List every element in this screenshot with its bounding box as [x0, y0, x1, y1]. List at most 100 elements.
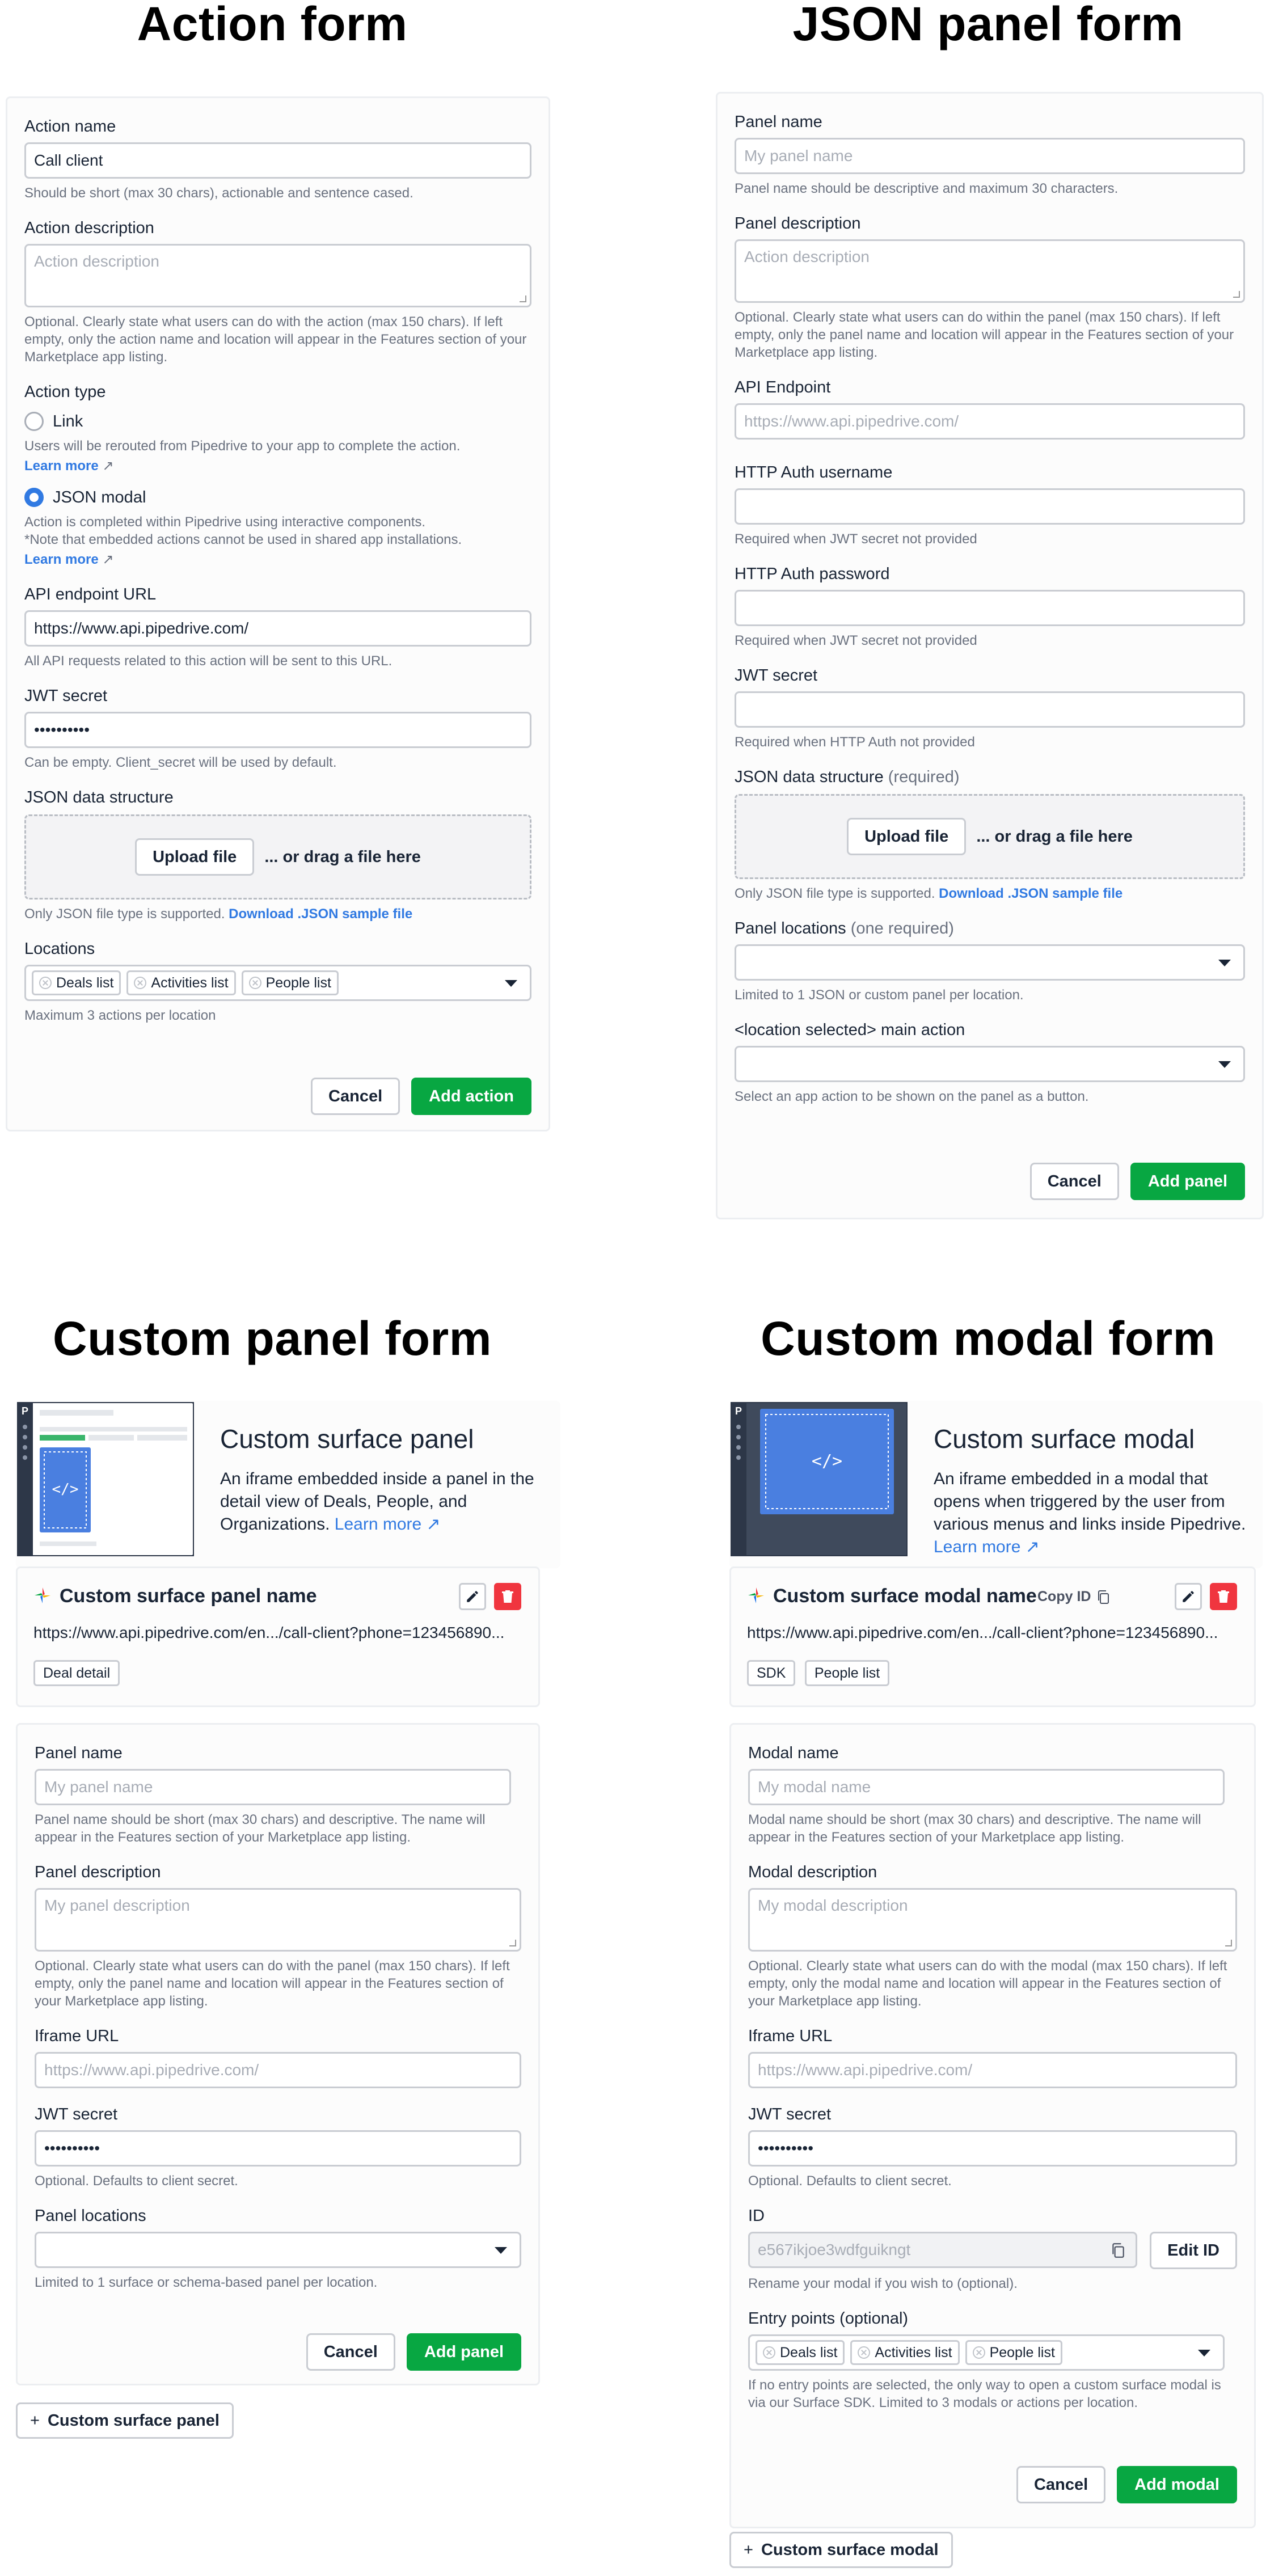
- plus-icon: +: [744, 2541, 753, 2559]
- external-arrow-icon: ↗: [102, 458, 114, 474]
- json-dropzone[interactable]: Upload file ... or drag a file here: [735, 794, 1245, 879]
- svg-text:</>: </>: [52, 1481, 79, 1498]
- panel-description-input[interactable]: Action description: [735, 239, 1245, 303]
- download-sample-link[interactable]: Download .JSON sample file: [229, 906, 412, 922]
- modal-name-label: Modal name: [748, 1744, 839, 1762]
- entry-point-chip[interactable]: Deals list: [756, 2340, 845, 2365]
- jwt-secret-input[interactable]: ••••••••••: [35, 2130, 521, 2167]
- action-type-label: Action type: [24, 383, 106, 401]
- entry-points-select[interactable]: Deals list Activities list People list: [748, 2334, 1225, 2371]
- chevron-down-icon[interactable]: [495, 2247, 507, 2254]
- modal-thumbnail-illustration: P </>: [731, 1402, 908, 1556]
- external-arrow-icon: ↗: [102, 552, 114, 567]
- edit-button[interactable]: [459, 1583, 486, 1610]
- json-dropzone[interactable]: Upload file ... or drag a file here: [24, 814, 531, 900]
- custom-panel-form-card: Panel name My panel name Panel name shou…: [16, 1723, 540, 2385]
- panel-locations-help: Limited to 1 surface or schema-based pan…: [35, 2275, 378, 2290]
- iframe-url-input[interactable]: https://www.api.pipedrive.com/: [748, 2052, 1237, 2088]
- delete-button[interactable]: [494, 1583, 521, 1610]
- delete-button[interactable]: [1210, 1583, 1237, 1610]
- edit-button[interactable]: [1175, 1583, 1202, 1610]
- upload-file-button[interactable]: Upload file: [847, 818, 967, 855]
- remove-icon[interactable]: [248, 977, 261, 989]
- surface-modal-learn-more[interactable]: Learn more: [934, 1538, 1020, 1556]
- remove-icon[interactable]: [39, 977, 52, 989]
- remove-icon[interactable]: [134, 977, 147, 989]
- edit-id-button[interactable]: Edit ID: [1150, 2232, 1237, 2269]
- action-name-input[interactable]: Call client: [24, 142, 531, 179]
- api-endpoint-input[interactable]: https://www.api.pipedrive.com/: [735, 403, 1245, 440]
- panel-name-label: Panel name: [735, 113, 822, 131]
- jwt-secret-label: JWT secret: [35, 2105, 118, 2123]
- chevron-down-icon[interactable]: [1218, 1061, 1231, 1068]
- http-password-input[interactable]: [735, 590, 1245, 626]
- location-chip[interactable]: People list: [241, 970, 339, 995]
- main-action-select[interactable]: [735, 1046, 1245, 1082]
- cancel-button[interactable]: Cancel: [1029, 1163, 1119, 1200]
- action-name-label: Action name: [24, 117, 116, 136]
- panel-locations-select[interactable]: [35, 2232, 521, 2268]
- jwt-secret-input[interactable]: ••••••••••: [748, 2130, 1237, 2167]
- add-panel-button[interactable]: Add panel: [1130, 1163, 1245, 1200]
- link-radio-option[interactable]: Link: [24, 411, 531, 432]
- location-chip[interactable]: Deals list: [32, 970, 121, 995]
- json-modal-radio[interactable]: [24, 488, 44, 507]
- http-username-input[interactable]: [735, 488, 1245, 525]
- panel-locations-select[interactable]: [735, 944, 1245, 981]
- entry-point-chip[interactable]: Activities list: [850, 2340, 960, 2365]
- pencil-icon: [1183, 1591, 1194, 1602]
- add-modal-button[interactable]: Add modal: [1117, 2466, 1237, 2503]
- remove-icon[interactable]: [858, 2346, 871, 2359]
- cancel-button[interactable]: Cancel: [306, 2333, 395, 2371]
- surface-panel-learn-more[interactable]: Learn more: [335, 1515, 421, 1534]
- json-modal-radio-option[interactable]: JSON modal: [24, 487, 531, 508]
- api-endpoint-help: All API requests related to this action …: [24, 653, 393, 669]
- add-action-button[interactable]: Add action: [411, 1078, 531, 1115]
- chevron-down-icon[interactable]: [1218, 960, 1231, 966]
- json-support-text: Only JSON file type is supported.: [735, 886, 935, 901]
- chevron-down-icon[interactable]: [505, 980, 517, 987]
- link-radio-label: Link: [53, 412, 83, 430]
- json-panel-form-panel: Panel name My panel name Panel name shou…: [716, 92, 1264, 1219]
- link-radio[interactable]: [24, 412, 44, 431]
- download-sample-link[interactable]: Download .JSON sample file: [939, 886, 1122, 901]
- add-custom-surface-panel-button[interactable]: + Custom surface panel: [16, 2402, 234, 2439]
- modal-description-input[interactable]: My modal description: [748, 1888, 1237, 1952]
- add-custom-surface-modal-button[interactable]: + Custom surface modal: [729, 2532, 953, 2568]
- panel-name-input[interactable]: My panel name: [35, 1769, 511, 1805]
- cancel-button[interactable]: Cancel: [1016, 2466, 1106, 2503]
- link-learn-more[interactable]: Learn more: [24, 458, 99, 474]
- copy-icon[interactable]: [1111, 2243, 1125, 2258]
- panel-name-help: Panel name should be short (max 30 chars…: [35, 1812, 486, 1845]
- cancel-button[interactable]: Cancel: [311, 1078, 400, 1115]
- jwt-secret-input[interactable]: ••••••••••: [24, 712, 531, 748]
- svg-text:P: P: [735, 1405, 742, 1417]
- jwt-secret-help: Can be empty. Client_secret will be used…: [24, 755, 337, 770]
- action-description-input[interactable]: Action description: [24, 244, 531, 307]
- upload-file-button[interactable]: Upload file: [135, 838, 255, 876]
- remove-icon[interactable]: [763, 2346, 775, 2359]
- location-chip[interactable]: Activities list: [126, 970, 236, 995]
- panel-locations-label: Panel locations: [735, 919, 846, 938]
- id-label: ID: [748, 2207, 765, 2225]
- svg-text:</>: </>: [812, 1451, 842, 1471]
- jwt-secret-label: JWT secret: [24, 687, 108, 705]
- chevron-down-icon[interactable]: [1198, 2350, 1210, 2357]
- copy-id-button[interactable]: Copy ID: [1037, 1589, 1110, 1605]
- custom-panel-card-name: Custom surface panel name: [60, 1585, 317, 1607]
- panel-name-input[interactable]: My panel name: [735, 138, 1245, 174]
- modal-name-input[interactable]: My modal name: [748, 1769, 1225, 1805]
- jwt-secret-input[interactable]: [735, 691, 1245, 728]
- remove-icon[interactable]: [972, 2346, 985, 2359]
- custom-panel-card: Custom surface panel name https://www.ap…: [16, 1566, 540, 1707]
- api-endpoint-label: API Endpoint: [735, 378, 831, 396]
- panel-description-input[interactable]: My panel description: [35, 1888, 521, 1952]
- add-panel-button[interactable]: Add panel: [406, 2333, 521, 2371]
- http-password-label: HTTP Auth password: [735, 565, 890, 583]
- iframe-url-input[interactable]: https://www.api.pipedrive.com/: [35, 2052, 521, 2088]
- json-modal-learn-more[interactable]: Learn more: [24, 552, 99, 567]
- api-endpoint-input[interactable]: https://www.api.pipedrive.com/: [24, 610, 531, 647]
- entry-point-chip[interactable]: People list: [965, 2340, 1062, 2365]
- locations-select[interactable]: Deals list Activities list People list: [24, 965, 531, 1001]
- link-help: Users will be rerouted from Pipedrive to…: [24, 438, 461, 454]
